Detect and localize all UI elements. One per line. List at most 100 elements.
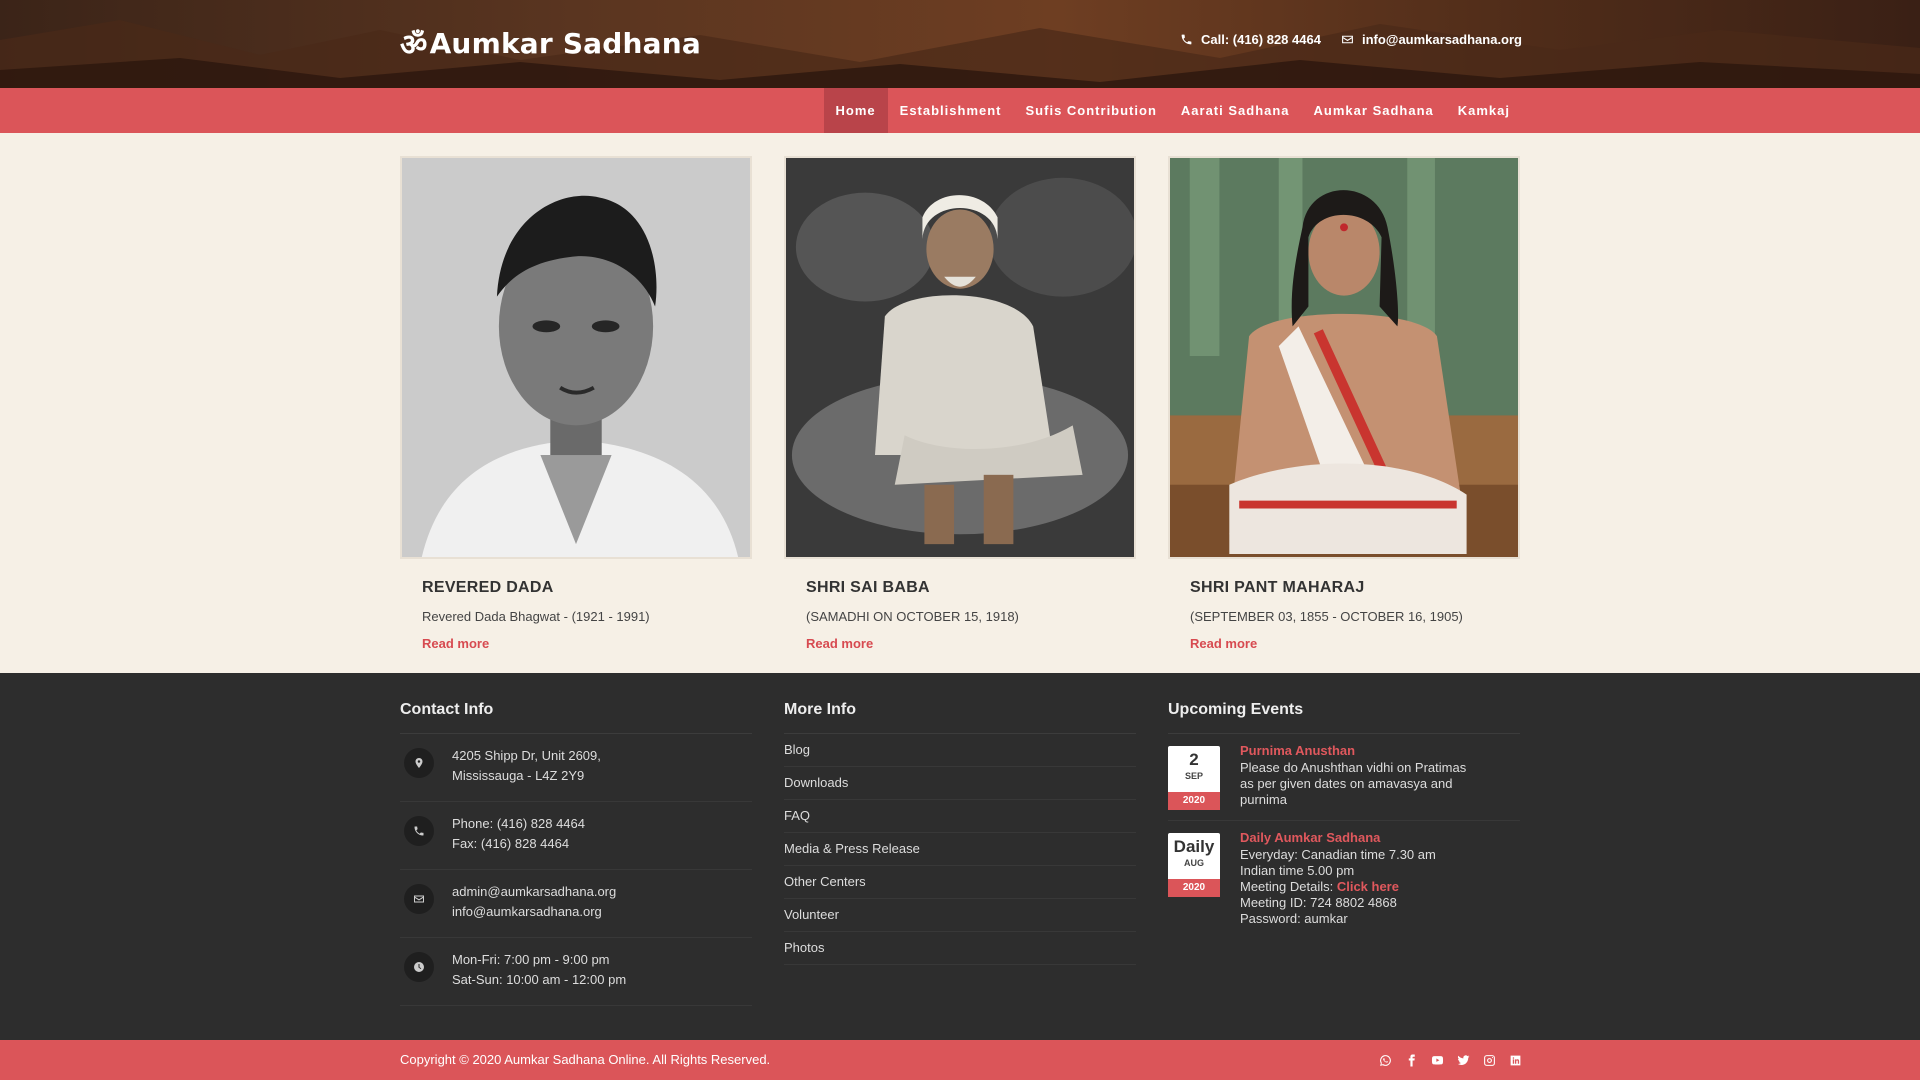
nav-item-aarati-sadhana[interactable]: Aarati Sadhana xyxy=(1169,88,1302,133)
address-line-2: Mississauga - L4Z 2Y9 xyxy=(452,768,585,783)
event-item: 2 SEP 2020 Purnima Anusthan Please do An… xyxy=(1168,743,1520,821)
event-text-line: Please do Anushthan vidhi on Pratimas xyxy=(1240,760,1467,775)
footer-link-photos[interactable]: Photos xyxy=(784,932,1136,965)
card-name: SHRI PANT MAHARAJ xyxy=(1190,579,1365,596)
fax-number: Fax: (416) 828 4464 xyxy=(452,836,570,851)
contact-info-heading: Contact Info xyxy=(400,701,494,718)
event-date-badge: Daily AUG 2020 xyxy=(1168,833,1220,927)
event-title[interactable]: Daily Aumkar Sadhana xyxy=(1240,830,1436,845)
nav-menu: Home Establishment Sufis Contribution Aa… xyxy=(823,88,1522,133)
nav-item-establishment[interactable]: Establishment xyxy=(888,88,1014,133)
read-more-link[interactable]: Read more xyxy=(806,636,1136,651)
upcoming-events-heading: Upcoming Events xyxy=(1168,701,1304,718)
hours-weekday: Mon-Fri: 7:00 pm - 9:00 pm xyxy=(452,952,610,967)
card-description: (SAMADHI ON OCTOBER 15, 1918) xyxy=(806,609,1019,624)
footer-link-media-press[interactable]: Media & Press Release xyxy=(784,833,1136,866)
event-year: 2020 xyxy=(1168,879,1220,897)
event-item: Daily AUG 2020 Daily Aumkar Sadhana Ever… xyxy=(1168,830,1520,937)
read-more-link[interactable]: Read more xyxy=(1190,636,1520,651)
contact-phone: Phone: (416) 828 4464 Fax: (416) 828 446… xyxy=(400,814,752,870)
upcoming-events-column: Upcoming Events 2 SEP 2020 Purnima Anust… xyxy=(1168,673,1520,937)
hours-weekend: Sat-Sun: 10:00 am - 12:00 pm xyxy=(452,972,627,987)
divider xyxy=(1168,733,1520,734)
bottom-bar: Copyright © 2020 Aumkar Sadhana Online. … xyxy=(0,1040,1920,1080)
card-name: REVERED DADA xyxy=(422,579,554,596)
phone-icon xyxy=(404,816,434,846)
meeting-details-label: Meeting Details: xyxy=(1240,879,1337,894)
footer-link-volunteer[interactable]: Volunteer xyxy=(784,899,1136,932)
main-navbar: Home Establishment Sufis Contribution Aa… xyxy=(0,88,1920,133)
event-text-line: Everyday: Canadian time 7.30 am xyxy=(1240,847,1436,862)
event-text-line: Password: aumkar xyxy=(1240,911,1348,926)
contact-email: admin@aumkarsadhana.org info@aumkarsadha… xyxy=(400,882,752,938)
footer-link-other-centers[interactable]: Other Centers xyxy=(784,866,1136,899)
more-info-column: More Info Blog Downloads FAQ Media & Pre… xyxy=(784,673,1136,965)
phone-icon xyxy=(1181,34,1192,45)
nav-item-aumkar-sadhana[interactable]: Aumkar Sadhana xyxy=(1302,88,1446,133)
profile-photo-dada[interactable] xyxy=(400,156,752,559)
card-description: Revered Dada Bhagwat - (1921 - 1991) xyxy=(422,609,650,624)
copyright-text: Copyright © 2020 Aumkar Sadhana Online. … xyxy=(400,1052,771,1067)
envelope-icon xyxy=(404,884,434,914)
click-here-link[interactable]: Click here xyxy=(1337,879,1399,894)
header-email[interactable]: info@aumkarsadhana.org xyxy=(1341,32,1522,47)
profile-card: SHRI PANT MAHARAJ (SEPTEMBER 03, 1855 - … xyxy=(1168,156,1520,651)
contact-address: 4205 Shipp Dr, Unit 2609, Mississauga - … xyxy=(400,746,752,802)
event-month: AUG xyxy=(1184,858,1204,868)
event-month: SEP xyxy=(1184,771,1203,781)
youtube-icon[interactable] xyxy=(1430,1053,1444,1067)
nav-item-home[interactable]: Home xyxy=(823,88,888,133)
event-text-line: as per given dates on amavasya and xyxy=(1240,776,1453,791)
site-logo[interactable]: ॐ Aumkar Sadhana xyxy=(400,22,701,64)
portrait-image xyxy=(402,158,750,557)
event-day: Daily xyxy=(1173,837,1215,856)
event-text-line: purnima xyxy=(1240,792,1287,807)
site-title: Aumkar Sadhana xyxy=(429,26,701,60)
event-text-line: Indian time 5.00 pm xyxy=(1240,863,1355,878)
social-links xyxy=(1378,1053,1522,1067)
event-meeting-details: Meeting Details: Click here xyxy=(1240,879,1436,895)
profile-card: SHRI SAI BABA (SAMADHI ON OCTOBER 15, 19… xyxy=(784,156,1136,651)
portrait-image xyxy=(786,158,1134,557)
profile-photo-sai-baba[interactable] xyxy=(784,156,1136,559)
card-description: (SEPTEMBER 03, 1855 - OCTOBER 16, 1905) xyxy=(1190,609,1463,624)
header-contact: Call: (416) 828 4464 info@aumkarsadhana.… xyxy=(1180,32,1522,47)
header-phone-text: Call: (416) 828 4464 xyxy=(1200,32,1321,47)
event-title[interactable]: Purnima Anusthan xyxy=(1240,743,1466,758)
address-line-1: 4205 Shipp Dr, Unit 2609, xyxy=(452,748,601,763)
portrait-image xyxy=(1170,158,1518,557)
footer-link-faq[interactable]: FAQ xyxy=(784,800,1136,833)
nav-item-kamkaj[interactable]: Kamkaj xyxy=(1446,88,1522,133)
admin-email[interactable]: admin@aumkarsadhana.org xyxy=(452,882,616,902)
divider xyxy=(400,733,752,734)
site-footer: Contact Info 4205 Shipp Dr, Unit 2609, M… xyxy=(0,673,1920,1040)
twitter-icon[interactable] xyxy=(1456,1053,1470,1067)
linkedin-icon[interactable] xyxy=(1508,1053,1522,1067)
more-info-heading: More Info xyxy=(784,701,856,718)
instagram-icon[interactable] xyxy=(1482,1053,1496,1067)
card-name: SHRI SAI BABA xyxy=(806,579,930,596)
event-year: 2020 xyxy=(1168,792,1220,810)
clock-icon xyxy=(404,952,434,982)
whatsapp-icon[interactable] xyxy=(1378,1053,1392,1067)
profile-photo-pant-maharaj[interactable] xyxy=(1168,156,1520,559)
event-day: 2 xyxy=(1189,750,1199,769)
contact-hours: Mon-Fri: 7:00 pm - 9:00 pm Sat-Sun: 10:0… xyxy=(400,950,752,1006)
footer-link-blog[interactable]: Blog xyxy=(784,734,1136,767)
footer-link-downloads[interactable]: Downloads xyxy=(784,767,1136,800)
header-phone[interactable]: Call: (416) 828 4464 xyxy=(1180,32,1321,47)
contact-info-column: Contact Info 4205 Shipp Dr, Unit 2609, M… xyxy=(400,673,752,1006)
read-more-link[interactable]: Read more xyxy=(422,636,752,651)
profile-card: REVERED DADA Revered Dada Bhagwat - (192… xyxy=(400,156,752,651)
mountain-background xyxy=(0,20,1920,88)
event-date-badge: 2 SEP 2020 xyxy=(1168,746,1220,810)
site-header: ॐ Aumkar Sadhana Call: (416) 828 4464 in… xyxy=(0,0,1920,88)
header-email-text: info@aumkarsadhana.org xyxy=(1361,32,1522,47)
profile-cards: REVERED DADA Revered Dada Bhagwat - (192… xyxy=(400,156,1520,656)
facebook-icon[interactable] xyxy=(1404,1053,1418,1067)
envelope-icon xyxy=(1342,35,1353,44)
om-symbol: ॐ xyxy=(400,27,428,63)
info-email[interactable]: info@aumkarsadhana.org xyxy=(452,902,616,922)
nav-item-sufis-contribution[interactable]: Sufis Contribution xyxy=(1014,88,1169,133)
phone-number[interactable]: Phone: (416) 828 4464 xyxy=(452,814,585,834)
